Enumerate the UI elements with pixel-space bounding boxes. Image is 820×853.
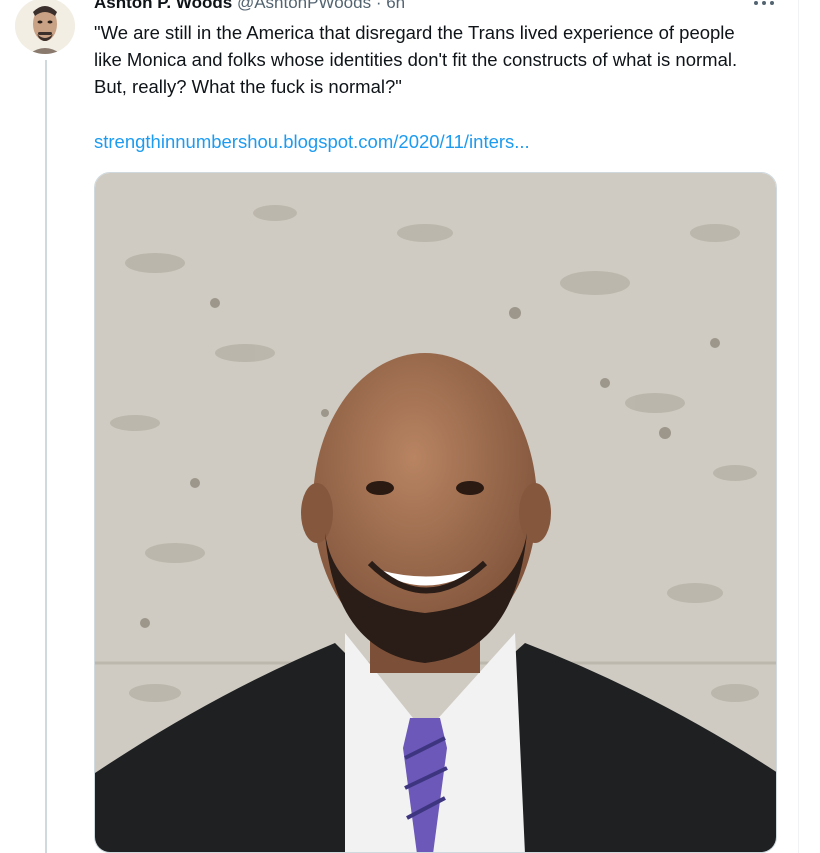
column-divider [798, 0, 799, 853]
tweet-header: Ashton P. Woods @AshtonPWoods · 6h [94, 0, 405, 15]
user-handle[interactable]: @AshtonPWoods [237, 0, 371, 12]
separator-dot: · [375, 0, 382, 12]
tweet-photo[interactable] [94, 172, 777, 853]
more-horizontal-icon [754, 1, 774, 5]
display-name[interactable]: Ashton P. Woods [94, 0, 232, 12]
tweet-link[interactable]: strengthinnumbershou.blogspot.com/2020/1… [94, 128, 530, 155]
tweet-text: "We are still in the America that disreg… [94, 22, 738, 97]
more-options-button[interactable] [745, 0, 783, 14]
timestamp[interactable]: 6h [386, 0, 405, 12]
photo-portrait [95, 173, 776, 852]
avatar[interactable] [15, 0, 75, 54]
avatar-illustration [15, 0, 75, 54]
thread-connector-line [45, 60, 47, 853]
